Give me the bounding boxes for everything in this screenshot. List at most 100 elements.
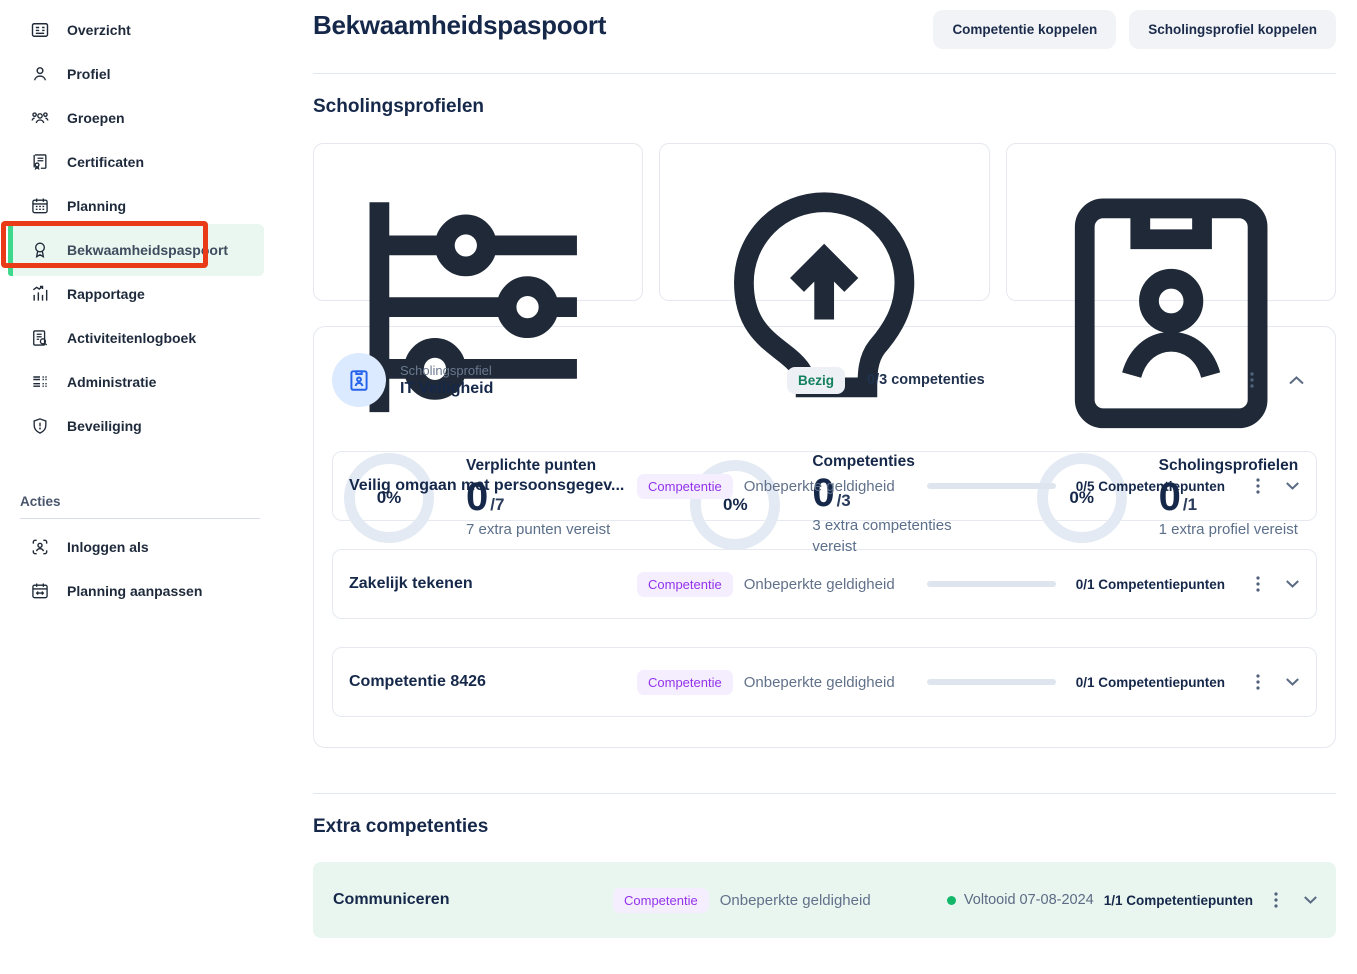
competentie-badge: Competentie <box>637 670 733 695</box>
sidebar-item-bekwaamheidspaspoort[interactable]: Bekwaamheidspaspoort <box>0 228 280 272</box>
chevron-down-icon <box>1285 481 1300 491</box>
points-progress-bar <box>927 679 1056 685</box>
profile-name: IT Veiligheid <box>400 380 493 398</box>
impersonate-user-icon <box>30 537 50 557</box>
clipboard-person-icon <box>346 367 372 393</box>
stat-total: /7 <box>490 495 504 515</box>
competence-name: Veilig omgaan met persoonsgegev... <box>349 477 637 495</box>
scholingsprofiel-koppelen-button[interactable]: Scholingsprofiel koppelen <box>1129 10 1336 49</box>
sidebar-action-label: Inloggen als <box>67 539 149 555</box>
completed-status-text: Voltooid 07-08-2024 <box>964 892 1094 908</box>
stat-title: Scholingsprofielen <box>1159 457 1299 475</box>
sidebar-item-activiteitenlogboek[interactable]: Activiteitenlogboek <box>0 316 280 360</box>
stat-subtitle: 7 extra punten vereist <box>466 520 610 540</box>
extra-competenties-heading: Extra competenties <box>313 816 1336 838</box>
kebab-icon <box>1251 673 1265 691</box>
stat-subtitle: 3 extra competenties vereist <box>812 516 972 557</box>
stat-card-verplichte-punten: 0% Verplichte punten 0 /7 7 extra punten… <box>313 143 643 301</box>
profile-avatar <box>332 353 386 407</box>
kebab-menu-button[interactable] <box>1249 671 1267 693</box>
sidebar-item-label: Groepen <box>67 110 125 126</box>
stat-title: Competenties <box>812 453 972 471</box>
competence-row[interactable]: Zakelijk tekenen Competentie Onbeperkte … <box>332 549 1317 619</box>
expand-button[interactable] <box>1301 893 1320 907</box>
admin-list-icon <box>30 372 50 392</box>
stat-cards: 0% Verplichte punten 0 /7 7 extra punten… <box>313 143 1336 301</box>
progress-ring: 0% <box>344 453 434 543</box>
sidebar-item-label: Planning <box>67 198 126 214</box>
kebab-menu-button[interactable] <box>1267 889 1285 911</box>
section-divider <box>313 73 1336 74</box>
sidebar-action-label: Planning aanpassen <box>67 583 202 599</box>
sidebar-item-certificaten[interactable]: Certificaten <box>0 140 280 184</box>
kebab-menu-button[interactable] <box>1249 475 1267 497</box>
sidebar: Overzicht Profiel Groepen Certificaten P <box>0 0 280 974</box>
points-text: 0/5 Competentiepunten <box>1076 479 1225 494</box>
expand-button[interactable] <box>1283 479 1302 493</box>
stat-total: /1 <box>1183 495 1197 515</box>
progress-ring: 0% <box>1037 453 1127 543</box>
bar-chart-icon <box>30 284 50 304</box>
validity-text: Onbeperkte geldigheid <box>744 674 895 691</box>
competentie-badge: Competentie <box>613 888 709 913</box>
points-text: 0/1 Competentiepunten <box>1076 577 1225 592</box>
validity-text: Onbeperkte geldigheid <box>744 478 895 495</box>
sidebar-item-label: Administratie <box>67 374 156 390</box>
scholingsprofielen-heading: Scholingsprofielen <box>313 96 1336 118</box>
sidebar-item-label: Certificaten <box>67 154 144 170</box>
competence-name: Competentie 8426 <box>349 673 637 691</box>
sidebar-item-planning[interactable]: Planning <box>0 184 280 228</box>
clipboard-person-icon <box>1023 159 1319 455</box>
main-content: Bekwaamheidspaspoort Competentie koppele… <box>280 0 1357 974</box>
kebab-icon <box>1251 477 1265 495</box>
section-divider <box>313 793 1336 794</box>
completed-status-dot <box>947 896 956 905</box>
sidebar-item-profiel[interactable]: Profiel <box>0 52 280 96</box>
points-text: 0/1 Competentiepunten <box>1076 675 1225 690</box>
sidebar-action-planning-aanpassen[interactable]: Planning aanpassen <box>0 569 280 613</box>
competentie-badge: Competentie <box>637 572 733 597</box>
stat-subtitle: 1 extra profiel vereist <box>1159 520 1299 540</box>
extra-competence-row[interactable]: Communiceren Competentie Onbeperkte geld… <box>313 862 1336 938</box>
sidebar-item-administratie[interactable]: Administratie <box>0 360 280 404</box>
app: Overzicht Profiel Groepen Certificaten P <box>0 0 1357 974</box>
sidebar-item-rapportage[interactable]: Rapportage <box>0 272 280 316</box>
competentie-badge: Competentie <box>637 474 733 499</box>
sidebar-item-groepen[interactable]: Groepen <box>0 96 280 140</box>
calendar-edit-icon <box>30 581 50 601</box>
validity-text: Onbeperkte geldigheid <box>720 892 871 909</box>
sidebar-item-overzicht[interactable]: Overzicht <box>0 8 280 52</box>
stat-card-competenties: 0% Competenties 0 /3 3 extra competentie… <box>659 143 989 301</box>
points-text: 1/1 Competentiepunten <box>1104 893 1253 908</box>
shield-icon <box>30 416 50 436</box>
active-item-accent-bar <box>8 224 13 276</box>
sidebar-item-beveiliging[interactable]: Beveiliging <box>0 404 280 448</box>
sidebar-action-inloggen-als[interactable]: Inloggen als <box>0 525 280 569</box>
points-progress-bar <box>927 483 1056 489</box>
sidebar-item-label: Bekwaamheidspaspoort <box>67 242 228 258</box>
chevron-down-icon <box>1285 579 1300 589</box>
users-icon <box>30 108 50 128</box>
collapse-button[interactable] <box>1286 373 1307 388</box>
sidebar-item-label: Beveiliging <box>67 418 142 434</box>
expand-button[interactable] <box>1283 675 1302 689</box>
kebab-icon <box>1269 891 1283 909</box>
sidebar-item-label: Overzicht <box>67 22 131 38</box>
page-header: Bekwaamheidspaspoort Competentie koppele… <box>313 0 1336 49</box>
header-buttons: Competentie koppelen Scholingsprofiel ko… <box>933 10 1336 49</box>
competence-name: Communiceren <box>333 891 613 909</box>
sidebar-item-label: Rapportage <box>67 286 145 302</box>
profile-progress-text: 0/3 competenties <box>867 372 985 388</box>
expand-button[interactable] <box>1283 577 1302 591</box>
sidebar-item-label: Activiteitenlogboek <box>67 330 196 346</box>
calendar-icon <box>30 196 50 216</box>
user-icon <box>30 64 50 84</box>
chevron-up-icon <box>1288 375 1305 386</box>
points-progress-bar <box>927 581 1056 587</box>
kebab-menu-button[interactable] <box>1242 369 1262 391</box>
kebab-menu-button[interactable] <box>1249 573 1267 595</box>
actions-section-label: Acties <box>20 494 260 519</box>
competentie-koppelen-button[interactable]: Competentie koppelen <box>933 10 1116 49</box>
competence-row[interactable]: Competentie 8426 Competentie Onbeperkte … <box>332 647 1317 717</box>
page-title: Bekwaamheidspaspoort <box>313 10 606 41</box>
